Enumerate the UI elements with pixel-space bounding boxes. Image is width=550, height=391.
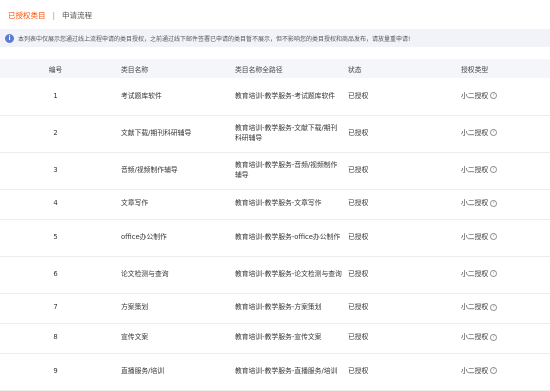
cell-path: 教育培训-教学服务-论文检测与查询 [235, 256, 348, 294]
help-icon[interactable]: ? [490, 367, 498, 375]
notice-text: 本列表中仅展示您通过线上流程申请的类目授权，之前通过线下邮件签署已申请的类目暂不… [18, 35, 411, 43]
cell-type: 小二授权? [461, 189, 550, 220]
cell-name: 考试题库软件 [113, 78, 235, 116]
cell-status: 已授权 [348, 189, 461, 220]
cell-path: 教育培训-教学服务-文献下载/期刊科研辅导 [235, 115, 348, 153]
cell-name: 直播服务/培训 [113, 353, 235, 391]
cell-name: 宣传文案 [113, 323, 235, 354]
help-icon[interactable]: ? [490, 92, 498, 100]
cell-type: 小二授权? [461, 78, 550, 116]
info-icon: i [5, 33, 14, 43]
breadcrumb-separator: | [52, 10, 56, 20]
cell-type: 小二授权? [461, 353, 550, 391]
table-row: 9 直播服务/培训 教育培训-教学服务-直播服务/培训 已授权 小二授权? [0, 353, 550, 391]
cell-type: 小二授权? [461, 293, 550, 324]
cell-no: 4 [0, 189, 113, 220]
help-icon[interactable]: ? [490, 199, 498, 207]
col-header-name: 类目名称 [113, 59, 235, 78]
auth-type-label: 小二授权 [461, 199, 489, 208]
cell-path: 教育培训-教学服务-考试题库软件 [235, 78, 348, 116]
cell-type: 小二授权? [461, 115, 550, 153]
help-icon[interactable]: ? [490, 166, 498, 174]
cell-no: 6 [0, 256, 113, 294]
cell-name: 音频/视频制作辅导 [113, 152, 235, 190]
auth-type-label: 小二授权 [461, 232, 489, 241]
table-row: 2 文献下载/期刊科研辅导 教育培训-教学服务-文献下载/期刊科研辅导 已授权 … [0, 115, 550, 153]
table-row: 3 音频/视频制作辅导 教育培训-教学服务-音频/视频制作辅导 已授权 小二授权… [0, 152, 550, 190]
help-icon[interactable]: ? [490, 303, 498, 311]
table-row: 5 office办公制作 教育培训-教学服务-office办公制作 已授权 小二… [0, 219, 550, 257]
cell-path: 教育培训-教学服务-office办公制作 [235, 219, 348, 257]
table-row: 7 方案策划 教育培训-教学服务-方案策划 已授权 小二授权? [0, 293, 550, 324]
cell-status: 已授权 [348, 115, 461, 153]
auth-type-label: 小二授权 [461, 165, 489, 174]
cell-path: 教育培训-教学服务-直播服务/培训 [235, 353, 348, 391]
cell-path: 教育培训-教学服务-宣传文案 [235, 323, 348, 354]
table-header-row: 编号 类目名称 类目名称全路径 状态 授权类型 [0, 59, 550, 78]
category-table: 编号 类目名称 类目名称全路径 状态 授权类型 1 考试题库软件 教育培训-教学… [0, 59, 550, 391]
cell-no: 9 [0, 353, 113, 391]
col-header-type: 授权类型 [461, 59, 550, 78]
cell-name: 论文检测与查询 [113, 256, 235, 294]
table-row: 4 文章写作 教育培训-教学服务-文章写作 已授权 小二授权? [0, 189, 550, 220]
cell-type: 小二授权? [461, 256, 550, 294]
notice-banner: i 本列表中仅展示您通过线上流程申请的类目授权，之前通过线下邮件签署已申请的类目… [0, 29, 550, 47]
cell-no: 3 [0, 152, 113, 190]
auth-type-label: 小二授权 [461, 366, 489, 375]
cell-name: 方案策划 [113, 293, 235, 324]
cell-no: 7 [0, 293, 113, 324]
col-header-path: 类目名称全路径 [235, 59, 348, 78]
cell-path: 教育培训-教学服务-音频/视频制作辅导 [235, 152, 348, 190]
auth-type-label: 小二授权 [461, 333, 489, 342]
cell-status: 已授权 [348, 256, 461, 294]
help-icon[interactable]: ? [490, 333, 498, 341]
cell-no: 5 [0, 219, 113, 257]
auth-type-label: 小二授权 [461, 91, 489, 100]
cell-status: 已授权 [348, 152, 461, 190]
cell-no: 8 [0, 323, 113, 354]
help-icon[interactable]: ? [490, 129, 498, 137]
auth-type-label: 小二授权 [461, 128, 489, 137]
auth-type-label: 小二授权 [461, 303, 489, 312]
auth-type-label: 小二授权 [461, 269, 489, 278]
cell-no: 1 [0, 78, 113, 116]
breadcrumb-apply-process[interactable]: 申请流程 [62, 10, 92, 21]
cell-name: 文章写作 [113, 189, 235, 220]
cell-status: 已授权 [348, 219, 461, 257]
cell-type: 小二授权? [461, 219, 550, 257]
cell-status: 已授权 [348, 78, 461, 116]
col-header-no: 编号 [0, 59, 113, 78]
cell-name: office办公制作 [113, 219, 235, 257]
table-row: 1 考试题库软件 教育培训-教学服务-考试题库软件 已授权 小二授权? [0, 78, 550, 116]
cell-status: 已授权 [348, 323, 461, 354]
cell-status: 已授权 [348, 293, 461, 324]
help-icon[interactable]: ? [490, 233, 498, 241]
cell-type: 小二授权? [461, 152, 550, 190]
col-header-status: 状态 [348, 59, 461, 78]
cell-path: 教育培训-教学服务-文章写作 [235, 189, 348, 220]
table-row: 6 论文检测与查询 教育培训-教学服务-论文检测与查询 已授权 小二授权? [0, 256, 550, 294]
breadcrumb-current[interactable]: 已授权类目 [8, 10, 46, 21]
breadcrumb: 已授权类目 | 申请流程 [8, 8, 92, 22]
cell-no: 2 [0, 115, 113, 153]
cell-name: 文献下载/期刊科研辅导 [113, 115, 235, 153]
cell-type: 小二授权? [461, 323, 550, 354]
cell-status: 已授权 [348, 353, 461, 391]
cell-path: 教育培训-教学服务-方案策划 [235, 293, 348, 324]
help-icon[interactable]: ? [490, 270, 498, 278]
table-row: 8 宣传文案 教育培训-教学服务-宣传文案 已授权 小二授权? [0, 323, 550, 354]
